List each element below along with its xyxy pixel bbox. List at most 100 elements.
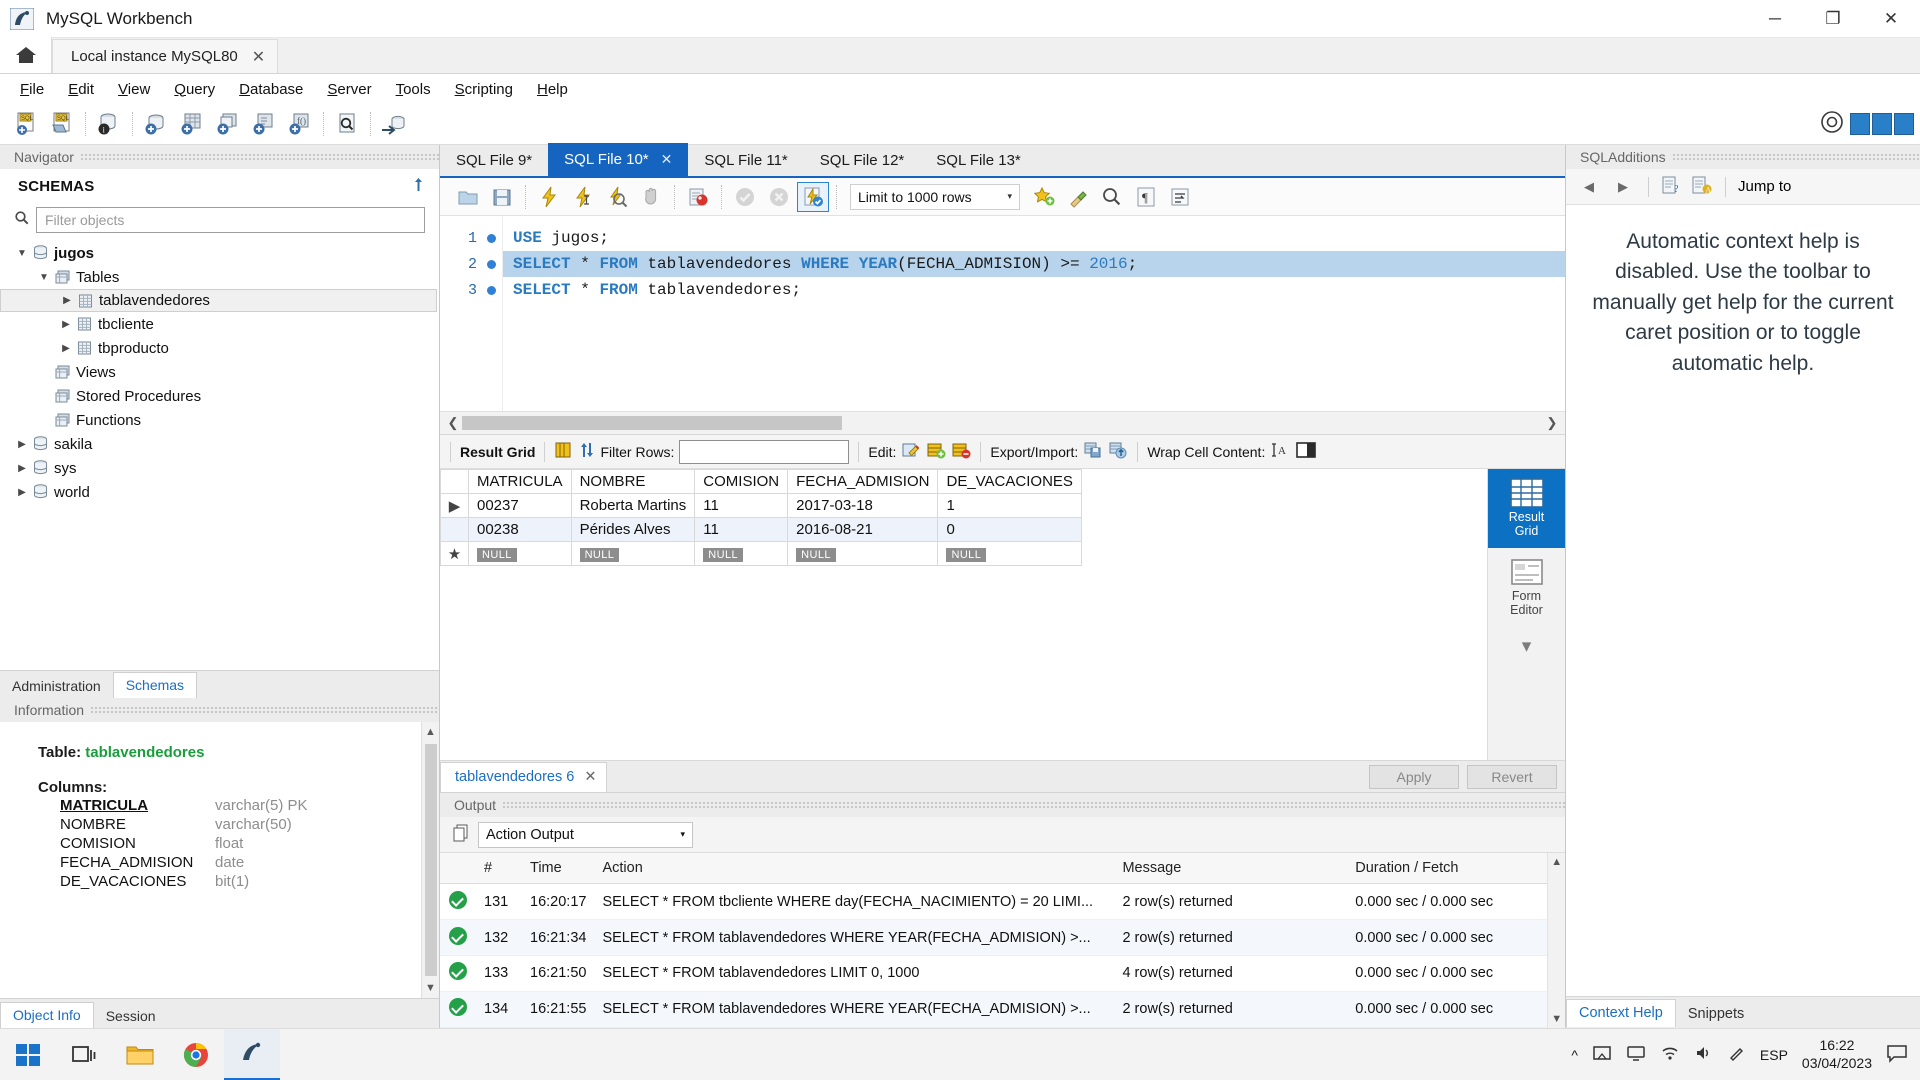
table-row[interactable]: 00238 Pérides Alves 11 2016-08-21 0	[440, 517, 1082, 542]
sql-tab-11[interactable]: SQL File 11*	[688, 145, 803, 176]
clock[interactable]: 16:22 03/04/2023	[1802, 1037, 1872, 1072]
scroll-thumb[interactable]	[462, 416, 842, 430]
scroll-track[interactable]	[462, 416, 1543, 430]
expand-arrow-icon[interactable]	[14, 463, 30, 474]
result-grid-table[interactable]: MATRICULA NOMBRE COMISION FECHA_ADMISION DE_…	[440, 469, 1082, 566]
output-scrollbar[interactable]: ▲ ▼	[1547, 853, 1565, 1028]
new-sql-tab-button[interactable]: SQL	[8, 107, 44, 141]
sql-editor[interactable]: 123 USE jugos; SELECT * FROM tablavendedo…	[440, 216, 1565, 411]
tree-item-sys[interactable]: sys	[0, 456, 439, 480]
tree-item-views[interactable]: Views	[0, 360, 439, 384]
create-schema-button[interactable]	[138, 107, 174, 141]
sql-tab-13[interactable]: SQL File 13*	[920, 145, 1037, 176]
sidebar-tab-schemas[interactable]: Schemas	[112, 672, 198, 698]
output-column-header[interactable]: Time	[522, 853, 595, 885]
back-icon[interactable]: ◀	[1576, 175, 1602, 199]
display-icon[interactable]	[1626, 1044, 1646, 1065]
null-cell[interactable]: NULL	[787, 541, 939, 566]
result-column-header[interactable]: NOMBRE	[570, 469, 696, 494]
toggle-breakpoint-button[interactable]	[682, 182, 714, 212]
menu-file[interactable]: File	[8, 78, 56, 101]
tree-item-sakila[interactable]: sakila	[0, 432, 439, 456]
scroll-down-icon[interactable]: ▼	[1551, 1010, 1562, 1028]
output-type-select[interactable]: Action Output ▾	[478, 821, 693, 848]
chevron-down-icon[interactable]: ▾	[1522, 635, 1532, 658]
expand-arrow-icon[interactable]	[14, 439, 30, 450]
output-copy-icon[interactable]	[452, 823, 470, 847]
mysql-workbench-button[interactable]	[224, 1028, 280, 1080]
maximize-button[interactable]: ❐	[1804, 0, 1862, 38]
result-cell[interactable]: 11	[694, 493, 789, 518]
revert-button[interactable]: Revert	[1467, 764, 1557, 789]
toggle-panel-icon[interactable]	[1295, 441, 1317, 462]
save-script-button[interactable]	[486, 182, 518, 212]
import-recordset-icon[interactable]	[1108, 441, 1128, 462]
scroll-left-icon[interactable]: ❮	[444, 415, 462, 431]
resultset-tab[interactable]: tablavendedores 6 ✕	[440, 761, 608, 792]
expand-arrow-icon[interactable]	[59, 295, 75, 306]
filter-rows-input[interactable]	[679, 439, 850, 464]
editor-code[interactable]: USE jugos; SELECT * FROM tablavendedores …	[502, 216, 1565, 411]
scroll-down-icon[interactable]: ▼	[425, 978, 436, 998]
code-line-3[interactable]: SELECT * FROM tablavendedores;	[503, 277, 1565, 303]
tree-item-jugos[interactable]: jugos	[0, 241, 439, 265]
context-help-icon[interactable]: ?	[1661, 175, 1683, 199]
close-icon[interactable]: ✕	[661, 151, 673, 168]
start-button[interactable]	[0, 1029, 56, 1080]
info-tab-object-info[interactable]: Object Info	[0, 1002, 94, 1028]
panel-layout-toggles[interactable]	[1850, 113, 1914, 135]
menu-help[interactable]: Help	[525, 78, 580, 101]
wifi-icon[interactable]	[1660, 1044, 1680, 1065]
minimize-button[interactable]: ─	[1746, 0, 1804, 38]
expand-arrow-icon[interactable]	[58, 319, 74, 330]
row-marker[interactable]	[440, 517, 469, 542]
new-row-placeholder[interactable]: ★ NULL NULL NULL NULL NULL	[440, 541, 1082, 566]
close-button[interactable]: ✕	[1862, 0, 1920, 38]
statement-marker-icon[interactable]	[487, 285, 496, 295]
new-row-marker[interactable]: ★	[440, 541, 469, 566]
export-recordset-icon[interactable]	[1083, 441, 1103, 462]
result-cell[interactable]: 0	[937, 517, 1082, 542]
output-column-header[interactable]: Duration / Fetch	[1347, 853, 1548, 885]
sql-tab-10[interactable]: SQL File 10* ✕	[548, 143, 689, 176]
output-column-header[interactable]: Message	[1114, 853, 1348, 885]
toggle-secondary-sidebar-icon[interactable]	[1894, 113, 1914, 135]
explain-button[interactable]	[601, 182, 633, 212]
jump-to-label[interactable]: Jump to	[1738, 178, 1791, 195]
edit-row-icon[interactable]	[901, 441, 921, 462]
create-procedure-button[interactable]	[246, 107, 282, 141]
toggle-sidebar-icon[interactable]	[1850, 113, 1870, 135]
tree-item-functions[interactable]: Functions	[0, 408, 439, 432]
output-row[interactable]: 134 16:21:55 SELECT * FROM tablavendedores…	[440, 991, 1548, 1028]
code-line-2[interactable]: SELECT * FROM tablavendedores WHERE YEAR…	[503, 251, 1565, 277]
scroll-right-icon[interactable]: ❯	[1543, 415, 1561, 431]
tree-item-stored-procedures[interactable]: Stored Procedures	[0, 384, 439, 408]
instance-tab[interactable]: Local instance MySQL80 ✕	[52, 39, 279, 73]
table-row[interactable]: ▶ 00237 Roberta Martins 11 2017-03-18 1	[440, 493, 1082, 518]
scroll-up-icon[interactable]: ▲	[425, 722, 436, 742]
result-cell[interactable]: 11	[694, 517, 789, 542]
form-editor-view-button[interactable]: Form Editor	[1488, 548, 1566, 627]
editor-horizontal-scrollbar[interactable]: ❮ ❯	[440, 411, 1565, 435]
filter-objects-box[interactable]	[36, 207, 425, 233]
search-data-button[interactable]	[329, 107, 365, 141]
connect-to-database-button[interactable]: i	[91, 107, 127, 141]
help-circle-icon[interactable]	[1820, 110, 1844, 138]
refresh-grid-icon[interactable]	[577, 441, 595, 462]
output-column-header[interactable]: Action	[594, 853, 1115, 885]
null-cell[interactable]: NULL	[570, 541, 696, 566]
execute-all-button[interactable]	[533, 182, 565, 212]
language-indicator[interactable]: ESP	[1760, 1047, 1788, 1063]
filter-objects-input[interactable]	[45, 212, 424, 228]
result-cell[interactable]: Roberta Martins	[570, 493, 696, 518]
execute-current-button[interactable]	[567, 182, 599, 212]
expand-arrow-icon[interactable]	[14, 487, 30, 498]
clear-button[interactable]	[1062, 182, 1094, 212]
result-cell[interactable]: 2017-03-18	[787, 493, 939, 518]
result-column-header[interactable]: MATRICULA	[468, 469, 572, 494]
expand-arrow-icon[interactable]	[58, 343, 74, 354]
tab-context-help[interactable]: Context Help	[1566, 998, 1676, 1027]
tree-item-tbproducto[interactable]: tbproducto	[0, 336, 439, 360]
chrome-button[interactable]	[168, 1029, 224, 1080]
menu-database[interactable]: Database	[227, 78, 315, 101]
